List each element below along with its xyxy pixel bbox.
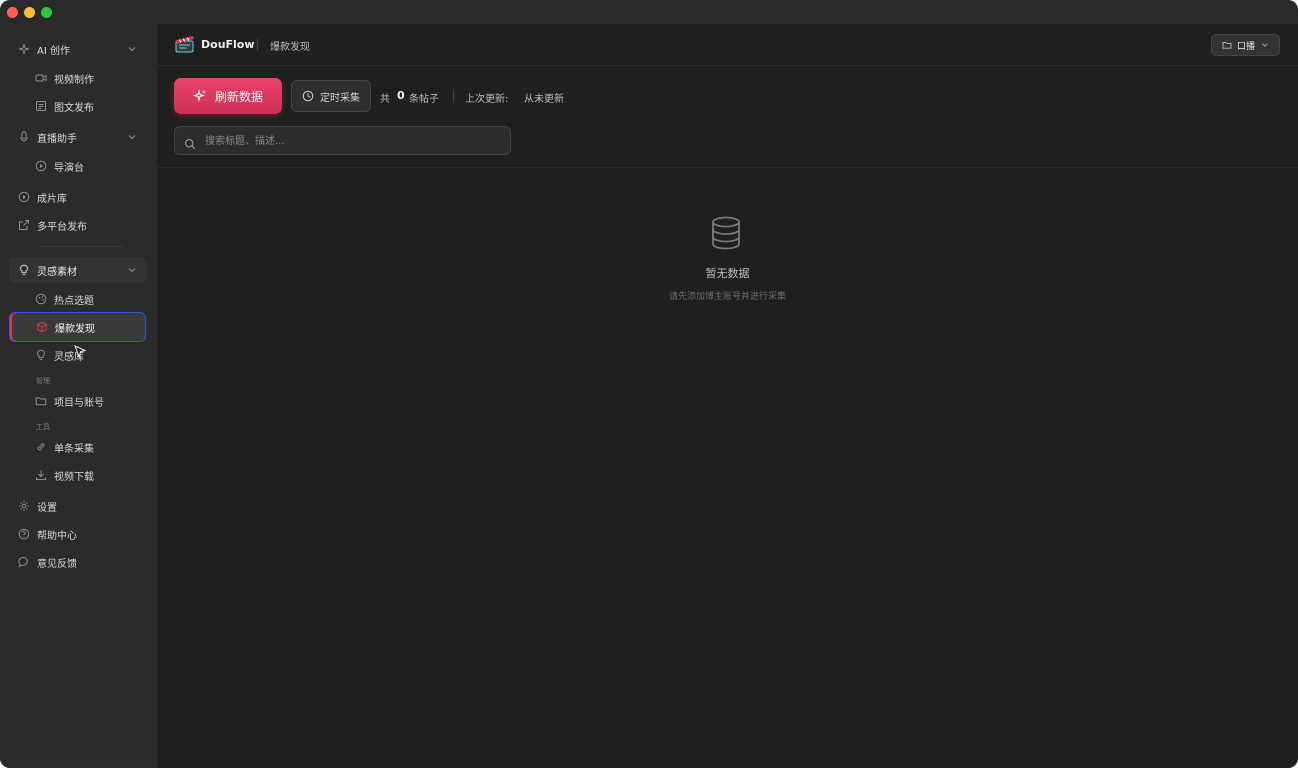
chevron-down-icon [1261, 41, 1269, 49]
document-icon [35, 100, 47, 112]
sidebar-item-projects-accounts[interactable]: 项目与账号 [9, 388, 146, 414]
sidebar-item-label: 设置 [37, 502, 57, 514]
sidebar-item-library[interactable]: 成片库 [9, 184, 146, 210]
app-window: AI 创作 视频制作 图文发布 直播助手 导演台 成片库 多平台发布 灵感素材 … [0, 0, 1298, 768]
account-selector-label: 口播 [1237, 41, 1256, 52]
sidebar-item-label: 视频下载 [54, 471, 94, 483]
sidebar-group-ai-create[interactable]: AI 创作 [9, 36, 146, 62]
sidebar-group-live-assistant[interactable]: 直播助手 [9, 124, 146, 150]
search-input[interactable] [205, 132, 495, 150]
lightbulb-icon [18, 264, 30, 276]
sparkles-icon [192, 88, 207, 103]
mouse-cursor-icon [74, 345, 86, 359]
palette-icon [35, 293, 47, 305]
account-selector-button[interactable]: 口播 [1211, 34, 1280, 56]
sidebar-item-label: 爆款发现 [55, 323, 95, 335]
close-window-button[interactable] [7, 7, 18, 18]
chevron-down-icon [127, 44, 137, 54]
sidebar-item-label: 视频制作 [54, 74, 94, 86]
zoom-window-button[interactable] [41, 7, 52, 18]
search-icon [184, 135, 196, 150]
download-icon [35, 469, 47, 481]
title-bar [0, 0, 1298, 24]
folder-icon [1222, 40, 1232, 50]
sidebar-item-video-make[interactable]: 视频制作 [9, 65, 146, 91]
microphone-icon [18, 131, 30, 143]
brand-name: DouFlow [201, 38, 255, 51]
refresh-data-button[interactable]: 刷新数据 [174, 78, 282, 114]
sidebar-item-label: 灵感素材 [37, 266, 77, 278]
total-prefix: 共 [380, 94, 390, 105]
chevron-down-icon [127, 132, 137, 142]
sidebar-item-viral-discovery[interactable]: 爆款发现 [9, 312, 146, 342]
sparkle-icon [18, 43, 30, 55]
sidebar-item-single-collect[interactable]: 单条采集 [9, 434, 146, 460]
scheduled-collect-label: 定时采集 [320, 92, 360, 104]
sidebar-group-inspiration[interactable]: 灵感素材 [9, 257, 146, 283]
last-update-label: 上次更新: [465, 94, 509, 105]
play-circle-icon [18, 191, 30, 203]
database-icon [712, 216, 740, 250]
sidebar-item-label: 图文发布 [54, 102, 94, 114]
sidebar-item-label: 成片库 [37, 193, 67, 205]
top-header: DouFlow 爆款发现 口播 [157, 24, 1298, 66]
sidebar-item-label: 导演台 [54, 162, 84, 174]
sidebar-item-label: 直播助手 [37, 133, 77, 145]
empty-state-title: 暂无数据 [705, 267, 750, 280]
content-divider [157, 167, 1298, 168]
section-label-tools: 工具 [36, 423, 50, 431]
total-count: 0 [397, 89, 405, 102]
chat-bubble-icon [18, 556, 30, 568]
sidebar-item-image-post[interactable]: 图文发布 [9, 93, 146, 119]
toolbar-separator [453, 90, 454, 102]
section-label-manage: 管理 [36, 377, 50, 385]
sidebar-item-label: 帮助中心 [37, 530, 77, 542]
lightbulb-icon [35, 349, 47, 361]
sidebar-item-video-download[interactable]: 视频下载 [9, 462, 146, 488]
sidebar-item-label: 多平台发布 [37, 221, 87, 233]
gear-icon [18, 500, 30, 512]
sidebar-item-label: 意见反馈 [37, 558, 77, 570]
external-link-icon [18, 219, 30, 231]
scheduled-collect-button[interactable]: 定时采集 [291, 80, 371, 112]
empty-state-subtitle: 请先添加博主账号并进行采集 [668, 292, 786, 302]
search-box [174, 126, 511, 155]
sidebar-item-feedback[interactable]: 意见反馈 [9, 549, 146, 575]
clock-icon [302, 90, 314, 102]
breadcrumb: 爆款发现 [270, 42, 310, 53]
sidebar-divider [38, 246, 123, 247]
header-separator [257, 39, 258, 51]
sidebar-item-label: 单条采集 [54, 443, 94, 455]
sidebar-item-label: AI 创作 [37, 45, 70, 57]
sidebar-item-help[interactable]: 帮助中心 [9, 521, 146, 547]
refresh-data-label: 刷新数据 [215, 89, 264, 104]
last-update-value: 从未更新 [524, 94, 564, 105]
minimize-window-button[interactable] [24, 7, 35, 18]
sidebar-item-label: 项目与账号 [54, 397, 104, 409]
sidebar: AI 创作 视频制作 图文发布 直播助手 导演台 成片库 多平台发布 灵感素材 … [0, 24, 157, 768]
sidebar-item-label: 热点选题 [54, 295, 94, 307]
main-area: DouFlow 爆款发现 口播 刷新数据 定时采集 共 0 条帖子 上次更新: … [157, 24, 1298, 768]
total-suffix: 条帖子 [409, 94, 439, 105]
sidebar-item-director[interactable]: 导演台 [9, 153, 146, 179]
link-icon [35, 441, 47, 453]
sidebar-item-settings[interactable]: 设置 [9, 493, 146, 519]
play-circle-icon [35, 160, 47, 172]
cube-icon [36, 321, 48, 333]
sidebar-item-hot-topics[interactable]: 热点选题 [9, 286, 146, 312]
folder-icon [35, 395, 47, 407]
sidebar-item-multi-publish[interactable]: 多平台发布 [9, 212, 146, 238]
video-camera-icon [35, 72, 47, 84]
help-circle-icon [18, 528, 30, 540]
clapperboard-logo-icon [175, 36, 194, 53]
chevron-down-icon [127, 265, 137, 275]
